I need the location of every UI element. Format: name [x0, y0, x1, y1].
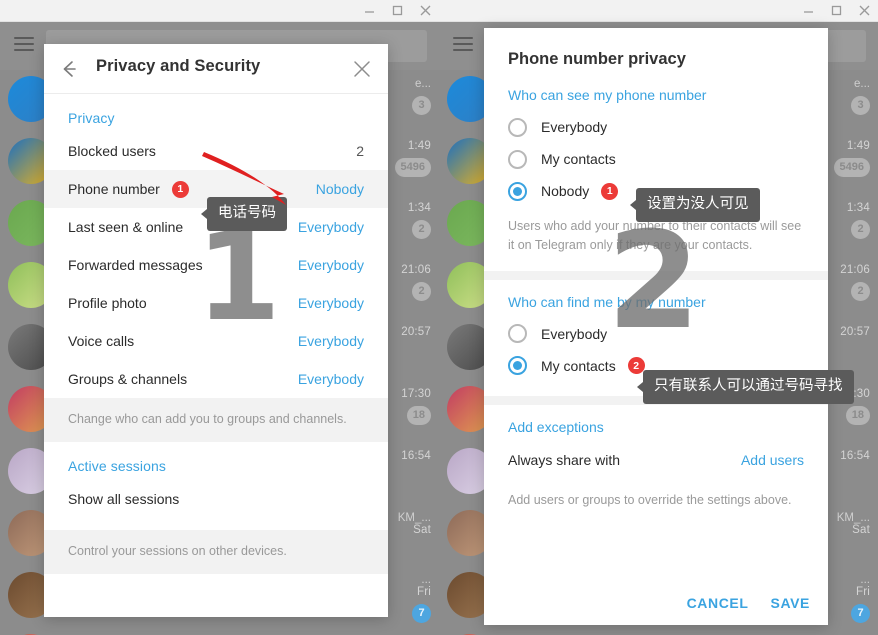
row-label: Profile photo	[68, 295, 147, 311]
unread-badge: 18	[406, 406, 431, 425]
unread-badge: 2	[412, 220, 431, 239]
phone-number-privacy-dialog: Phone number privacy Who can see my phon…	[484, 28, 828, 625]
radio-option-everybody[interactable]: Everybody	[484, 318, 828, 350]
chat-list-item[interactable]: Fri	[439, 628, 878, 635]
radio-unchecked-icon[interactable]	[508, 324, 527, 343]
row-value[interactable]: Everybody	[298, 371, 364, 387]
row-label: Blocked users	[68, 143, 156, 159]
row-label: Groups & channels	[68, 371, 188, 387]
page-title: Privacy and Security	[96, 57, 261, 75]
row-label: Always share with	[508, 451, 621, 468]
unread-badge: 5496	[833, 158, 870, 177]
minimize-button[interactable]	[794, 0, 822, 22]
radio-option-everybody[interactable]: Everybody	[484, 111, 828, 143]
tooltip-who-can-see: 设置为没人可见	[630, 188, 760, 222]
privacy-row-blocked-users[interactable]: Blocked users 2	[44, 132, 388, 170]
chat-list-item[interactable]: Fri	[0, 628, 439, 635]
close-icon[interactable]	[352, 59, 372, 79]
step-badge: 1	[601, 182, 619, 200]
add-users-button[interactable]: Add users	[741, 452, 804, 468]
row-value[interactable]: Everybody	[298, 295, 364, 311]
section-title-privacy: Privacy	[68, 110, 115, 126]
unread-badge: 5496	[394, 158, 431, 177]
radio-unchecked-icon[interactable]	[508, 117, 527, 137]
radio-option-my-contacts[interactable]: My contacts	[484, 143, 828, 175]
page-title: Phone number privacy	[508, 50, 686, 68]
privacy-and-security-dialog: Privacy and Security Privacy Blocked use…	[44, 44, 388, 617]
radio-checked-icon[interactable]	[508, 356, 527, 375]
row-value[interactable]: 2	[356, 143, 364, 159]
minimize-button[interactable]	[355, 0, 383, 22]
unread-badge: 2	[851, 282, 870, 301]
radio-label: My contacts	[541, 151, 616, 167]
arrow-left-icon[interactable]	[58, 58, 80, 80]
row-value[interactable]: Everybody	[298, 219, 364, 235]
section-divider	[484, 270, 828, 280]
titlebar-right	[439, 0, 878, 22]
step-badge: 1	[171, 180, 189, 198]
row-show-all-sessions[interactable]: Show all sessions	[44, 480, 388, 518]
section-title-add-exceptions: Add exceptions	[508, 418, 604, 435]
radio-label: Everybody	[541, 119, 608, 135]
section-title-who-can-find: Who can find me by my number	[508, 293, 706, 310]
hamburger-icon[interactable]	[453, 37, 473, 52]
unread-badge: 18	[845, 406, 870, 425]
dialog-actions: CANCEL SAVE	[687, 595, 810, 611]
privacy-row-forwarded-messages[interactable]: Forwarded messages Everybody	[44, 246, 388, 284]
privacy-rows: Blocked users 2 Phone number 1 Nobody Last se…	[44, 132, 388, 398]
row-value[interactable]: Nobody	[316, 181, 364, 197]
privacy-row-groups-channels[interactable]: Groups & channels Everybody	[44, 360, 388, 398]
titlebar-left	[0, 0, 439, 22]
privacy-row-profile-photo[interactable]: Profile photo Everybody	[44, 284, 388, 322]
row-label: Forwarded messages	[68, 257, 203, 273]
radio-unchecked-icon[interactable]	[508, 149, 527, 169]
section-title-who-can-see: Who can see my phone number	[508, 87, 707, 103]
cancel-button[interactable]: CANCEL	[687, 595, 749, 611]
row-always-share-with[interactable]: Always share with Add users	[484, 443, 828, 477]
sessions-note: Control your sessions on other devices.	[44, 530, 388, 575]
unread-badge: 7	[851, 604, 870, 623]
save-button[interactable]: SAVE	[771, 595, 811, 611]
tooltip-phone-number: 电话号码	[201, 197, 287, 231]
section-title-active-sessions[interactable]: Active sessions	[44, 442, 388, 480]
privacy-row-voice-calls[interactable]: Voice calls Everybody	[44, 322, 388, 360]
tooltip-who-can-find: 只有联系人可以通过号码寻找	[637, 370, 854, 404]
maximize-button[interactable]	[822, 0, 850, 22]
privacy-note: Change who can add you to groups and cha…	[44, 398, 388, 443]
radio-label: Nobody	[541, 183, 590, 199]
maximize-button[interactable]	[383, 0, 411, 22]
window-right: e... 3 1:49 5496 1:34 2 21:06 2 20:57 17:30 18 16:5…	[439, 0, 878, 635]
radio-label: My contacts	[541, 357, 616, 374]
close-button[interactable]	[411, 0, 439, 22]
screenshot-root: e... 3 1:49 5496 1:34 2 21:06 2 20:57 17:30 18 16:5…	[0, 0, 878, 635]
close-button[interactable]	[850, 0, 878, 22]
row-label: Last seen & online	[68, 219, 184, 235]
window-left: e... 3 1:49 5496 1:34 2 21:06 2 20:57 17:30 18 16:5…	[0, 0, 439, 635]
unread-badge: 7	[412, 604, 431, 623]
radio-checked-icon[interactable]	[508, 181, 527, 201]
dialog-header: Privacy and Security	[44, 44, 388, 94]
radio-label: Everybody	[541, 325, 608, 342]
unread-badge: 3	[851, 96, 870, 115]
exceptions-note: Add users or groups to override the sett…	[508, 492, 792, 507]
hamburger-icon[interactable]	[14, 37, 34, 52]
row-label: Phone number	[68, 181, 160, 197]
row-label: Voice calls	[68, 333, 135, 349]
row-label: Show all sessions	[68, 491, 180, 508]
row-value[interactable]: Everybody	[298, 257, 364, 273]
unread-badge: 3	[412, 96, 431, 115]
unread-badge: 2	[851, 220, 870, 239]
unread-badge: 2	[412, 282, 431, 301]
row-value[interactable]: Everybody	[298, 333, 364, 349]
